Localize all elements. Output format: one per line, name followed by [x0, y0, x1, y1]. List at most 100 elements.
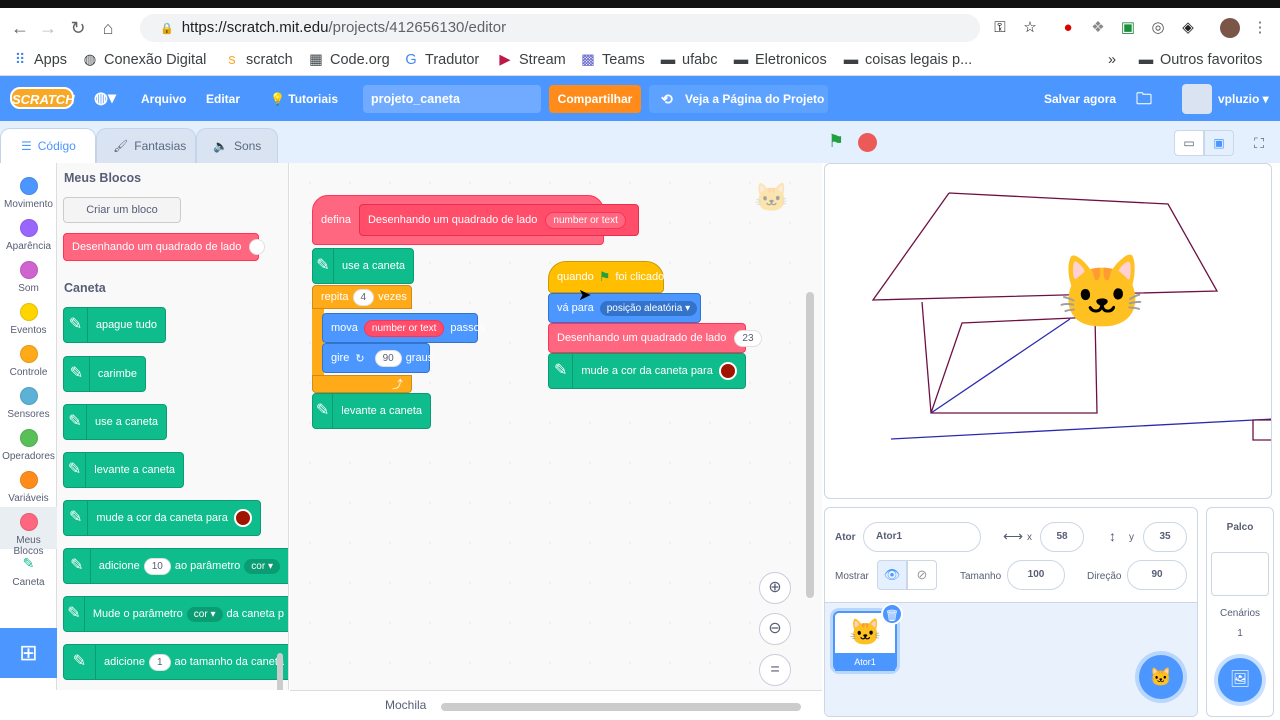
category-2[interactable]: Aparência — [0, 213, 57, 255]
address-bar[interactable]: 🔒 https://scratch.mit.edu/projects/412656… — [140, 14, 980, 42]
menu-editar[interactable]: Editar — [206, 92, 240, 106]
block-move[interactable]: mova number or text passos — [322, 313, 485, 343]
category-5[interactable]: Controle — [0, 339, 57, 381]
call-draw-square-block[interactable]: Desenhando um quadrado de lado 23 — [548, 323, 762, 353]
tab-sounds[interactable]: 🔈 Sons — [196, 128, 278, 163]
bookmark-eletronicos[interactable]: ▬ Eletronicos — [733, 52, 827, 68]
param-reporter[interactable]: number or text — [363, 319, 445, 337]
category-8[interactable]: Variáveis — [0, 465, 57, 507]
zoom-out-button[interactable]: ⊖ — [759, 613, 791, 645]
turn-degrees-input[interactable]: 90 — [374, 349, 402, 367]
share-button[interactable]: Compartilhar — [549, 85, 641, 113]
stop-icon[interactable] — [858, 133, 877, 152]
zoom-in-button[interactable]: ⊕ — [759, 572, 791, 604]
param-reporter[interactable]: number or text — [545, 211, 626, 229]
add-extension-button[interactable]: ⊞ — [0, 628, 57, 678]
param-dropdown[interactable]: cor ▾ — [244, 558, 280, 574]
code-workspace[interactable]: 🐱 defina Desenhando um quadrado de lado n… — [290, 163, 822, 690]
star-icon[interactable]: ☆ — [1020, 18, 1040, 38]
backdrop-thumbnail[interactable] — [1211, 552, 1269, 596]
bookmark-conexao[interactable]: ◍ Conexão Digital — [82, 52, 207, 68]
block-change-size[interactable]: ✎ adicione 1 ao tamanho da caneta — [63, 644, 288, 680]
save-now-button[interactable]: Salvar agora — [1044, 92, 1116, 106]
bookmark-tradutor[interactable]: G Tradutor — [403, 52, 479, 68]
reload-icon[interactable]: ↻ — [66, 16, 90, 40]
show-eye-icon[interactable]: 👁 — [877, 560, 907, 590]
extension-icon[interactable]: ▣ — [1118, 18, 1138, 38]
large-stage-icon[interactable]: ▣ — [1204, 130, 1234, 156]
size-input[interactable]: 100 — [1007, 560, 1065, 590]
project-page-button[interactable]: ⟲ Veja a Página do Projeto — [649, 85, 828, 113]
tab-code[interactable]: ☰ Código — [0, 128, 96, 163]
block-set-pen-color[interactable]: ✎ mude a cor da caneta para — [63, 500, 261, 536]
workspace-scrollbar-horizontal[interactable] — [441, 703, 801, 711]
block-pen-up[interactable]: ✎ levante a caneta — [63, 452, 184, 488]
forward-icon[interactable]: → — [36, 16, 60, 40]
palette-scrollbar[interactable] — [277, 653, 283, 690]
color-swatch[interactable] — [718, 362, 737, 380]
bookmarks-overflow[interactable]: » — [1108, 52, 1116, 68]
direction-input[interactable]: 90 — [1127, 560, 1187, 590]
block-go-to[interactable]: vá para posição aleatória ▾ — [548, 293, 701, 323]
workspace-scrollbar-vertical[interactable] — [806, 292, 814, 598]
when-flag-clicked-block[interactable]: quando ⚑ foi clicado — [548, 261, 664, 293]
category-6[interactable]: Sensores — [0, 381, 57, 423]
goto-dropdown[interactable]: posição aleatória ▾ — [599, 300, 698, 316]
define-block[interactable]: defina Desenhando um quadrado de lado num… — [312, 195, 639, 245]
scratch-logo[interactable]: SCRATCH — [10, 87, 75, 109]
block-stamp[interactable]: ✎ carimbe — [63, 356, 146, 392]
bookmark-ufabc[interactable]: ▬ ufabc — [660, 52, 718, 68]
empty-input[interactable] — [249, 239, 266, 255]
project-title-input[interactable]: projeto_caneta — [363, 85, 541, 113]
repeat-count-input[interactable]: 4 — [352, 288, 375, 306]
small-stage-icon[interactable]: ▭ — [1174, 130, 1204, 156]
block-set-pen-color[interactable]: ✎ mude a cor da caneta para — [548, 353, 746, 389]
sprite-name-input[interactable]: Ator1 — [863, 522, 981, 552]
opera-icon[interactable]: ● — [1058, 18, 1078, 38]
color-swatch[interactable] — [233, 509, 252, 527]
side-length-input[interactable]: 23 — [734, 329, 762, 347]
block-pen-up[interactable]: ✎ levante a caneta — [312, 393, 431, 429]
category-7[interactable]: Operadores — [0, 423, 57, 465]
bookmark-apps[interactable]: ⠿ Apps — [12, 52, 67, 68]
menu-dots-icon[interactable]: ⋮ — [1250, 18, 1270, 38]
repeat-block[interactable]: repita 4 vezes — [312, 285, 412, 309]
zoom-reset-button[interactable]: = — [759, 654, 791, 686]
back-icon[interactable]: ← — [8, 16, 32, 40]
add-sprite-button[interactable]: 🐱 — [1139, 655, 1183, 699]
category-9[interactable]: Meus Blocos — [0, 507, 57, 557]
category-4[interactable]: Eventos — [0, 297, 57, 339]
user-avatar[interactable] — [1182, 84, 1212, 114]
home-icon[interactable]: ⌂ — [96, 16, 120, 40]
bookmark-codeorg[interactable]: ▦ Code.org — [308, 52, 390, 68]
profile-avatar[interactable] — [1220, 18, 1240, 38]
fullscreen-icon[interactable]: ⛶ — [1244, 130, 1274, 156]
delete-sprite-icon[interactable]: 🗑 — [881, 603, 903, 625]
stage-canvas[interactable]: 🐱 — [824, 163, 1272, 499]
dropbox-icon[interactable]: ❖ — [1088, 18, 1108, 38]
hide-eye-icon[interactable]: ⊘ — [907, 560, 937, 590]
globe-ext-icon[interactable]: ◎ — [1148, 18, 1168, 38]
custom-block-draw-square[interactable]: Desenhando um quadrado de lado — [63, 233, 266, 261]
make-block-button[interactable]: Criar um bloco — [63, 197, 181, 223]
block-pen-down[interactable]: ✎ use a caneta — [63, 404, 167, 440]
block-set-param[interactable]: ✎ Mude o parâmetro cor ▾ da caneta p — [63, 596, 288, 632]
my-stuff-folder-icon[interactable]: 🗀 — [1136, 88, 1152, 115]
block-clear[interactable]: ✎ apague tudo — [63, 307, 166, 343]
tab-costumes[interactable]: 🖌 Fantasias — [96, 128, 196, 163]
y-input[interactable]: 35 — [1143, 522, 1187, 552]
cat-sprite[interactable]: 🐱 — [1057, 250, 1147, 335]
category-10[interactable]: ✎ Caneta — [0, 549, 57, 591]
cast-icon[interactable]: ◈ — [1178, 18, 1198, 38]
block-change-param[interactable]: ✎ adicione 10 ao parâmetro cor ▾ — [63, 548, 288, 584]
category-3[interactable]: Som — [0, 255, 57, 297]
key-icon[interactable]: ⚿ — [990, 18, 1010, 38]
number-input[interactable]: 1 — [148, 653, 171, 671]
number-input[interactable]: 10 — [143, 557, 171, 575]
menu-arquivo[interactable]: Arquivo — [141, 92, 186, 106]
bookmark-outros[interactable]: ▬ Outros favoritos — [1138, 52, 1263, 68]
add-backdrop-button[interactable]: 🖼 — [1218, 658, 1262, 702]
green-flag-icon[interactable]: ⚑ — [828, 131, 844, 152]
block-turn[interactable]: gire ↻ 90 graus — [322, 343, 433, 373]
block-pen-down[interactable]: ✎ use a caneta — [312, 248, 414, 284]
